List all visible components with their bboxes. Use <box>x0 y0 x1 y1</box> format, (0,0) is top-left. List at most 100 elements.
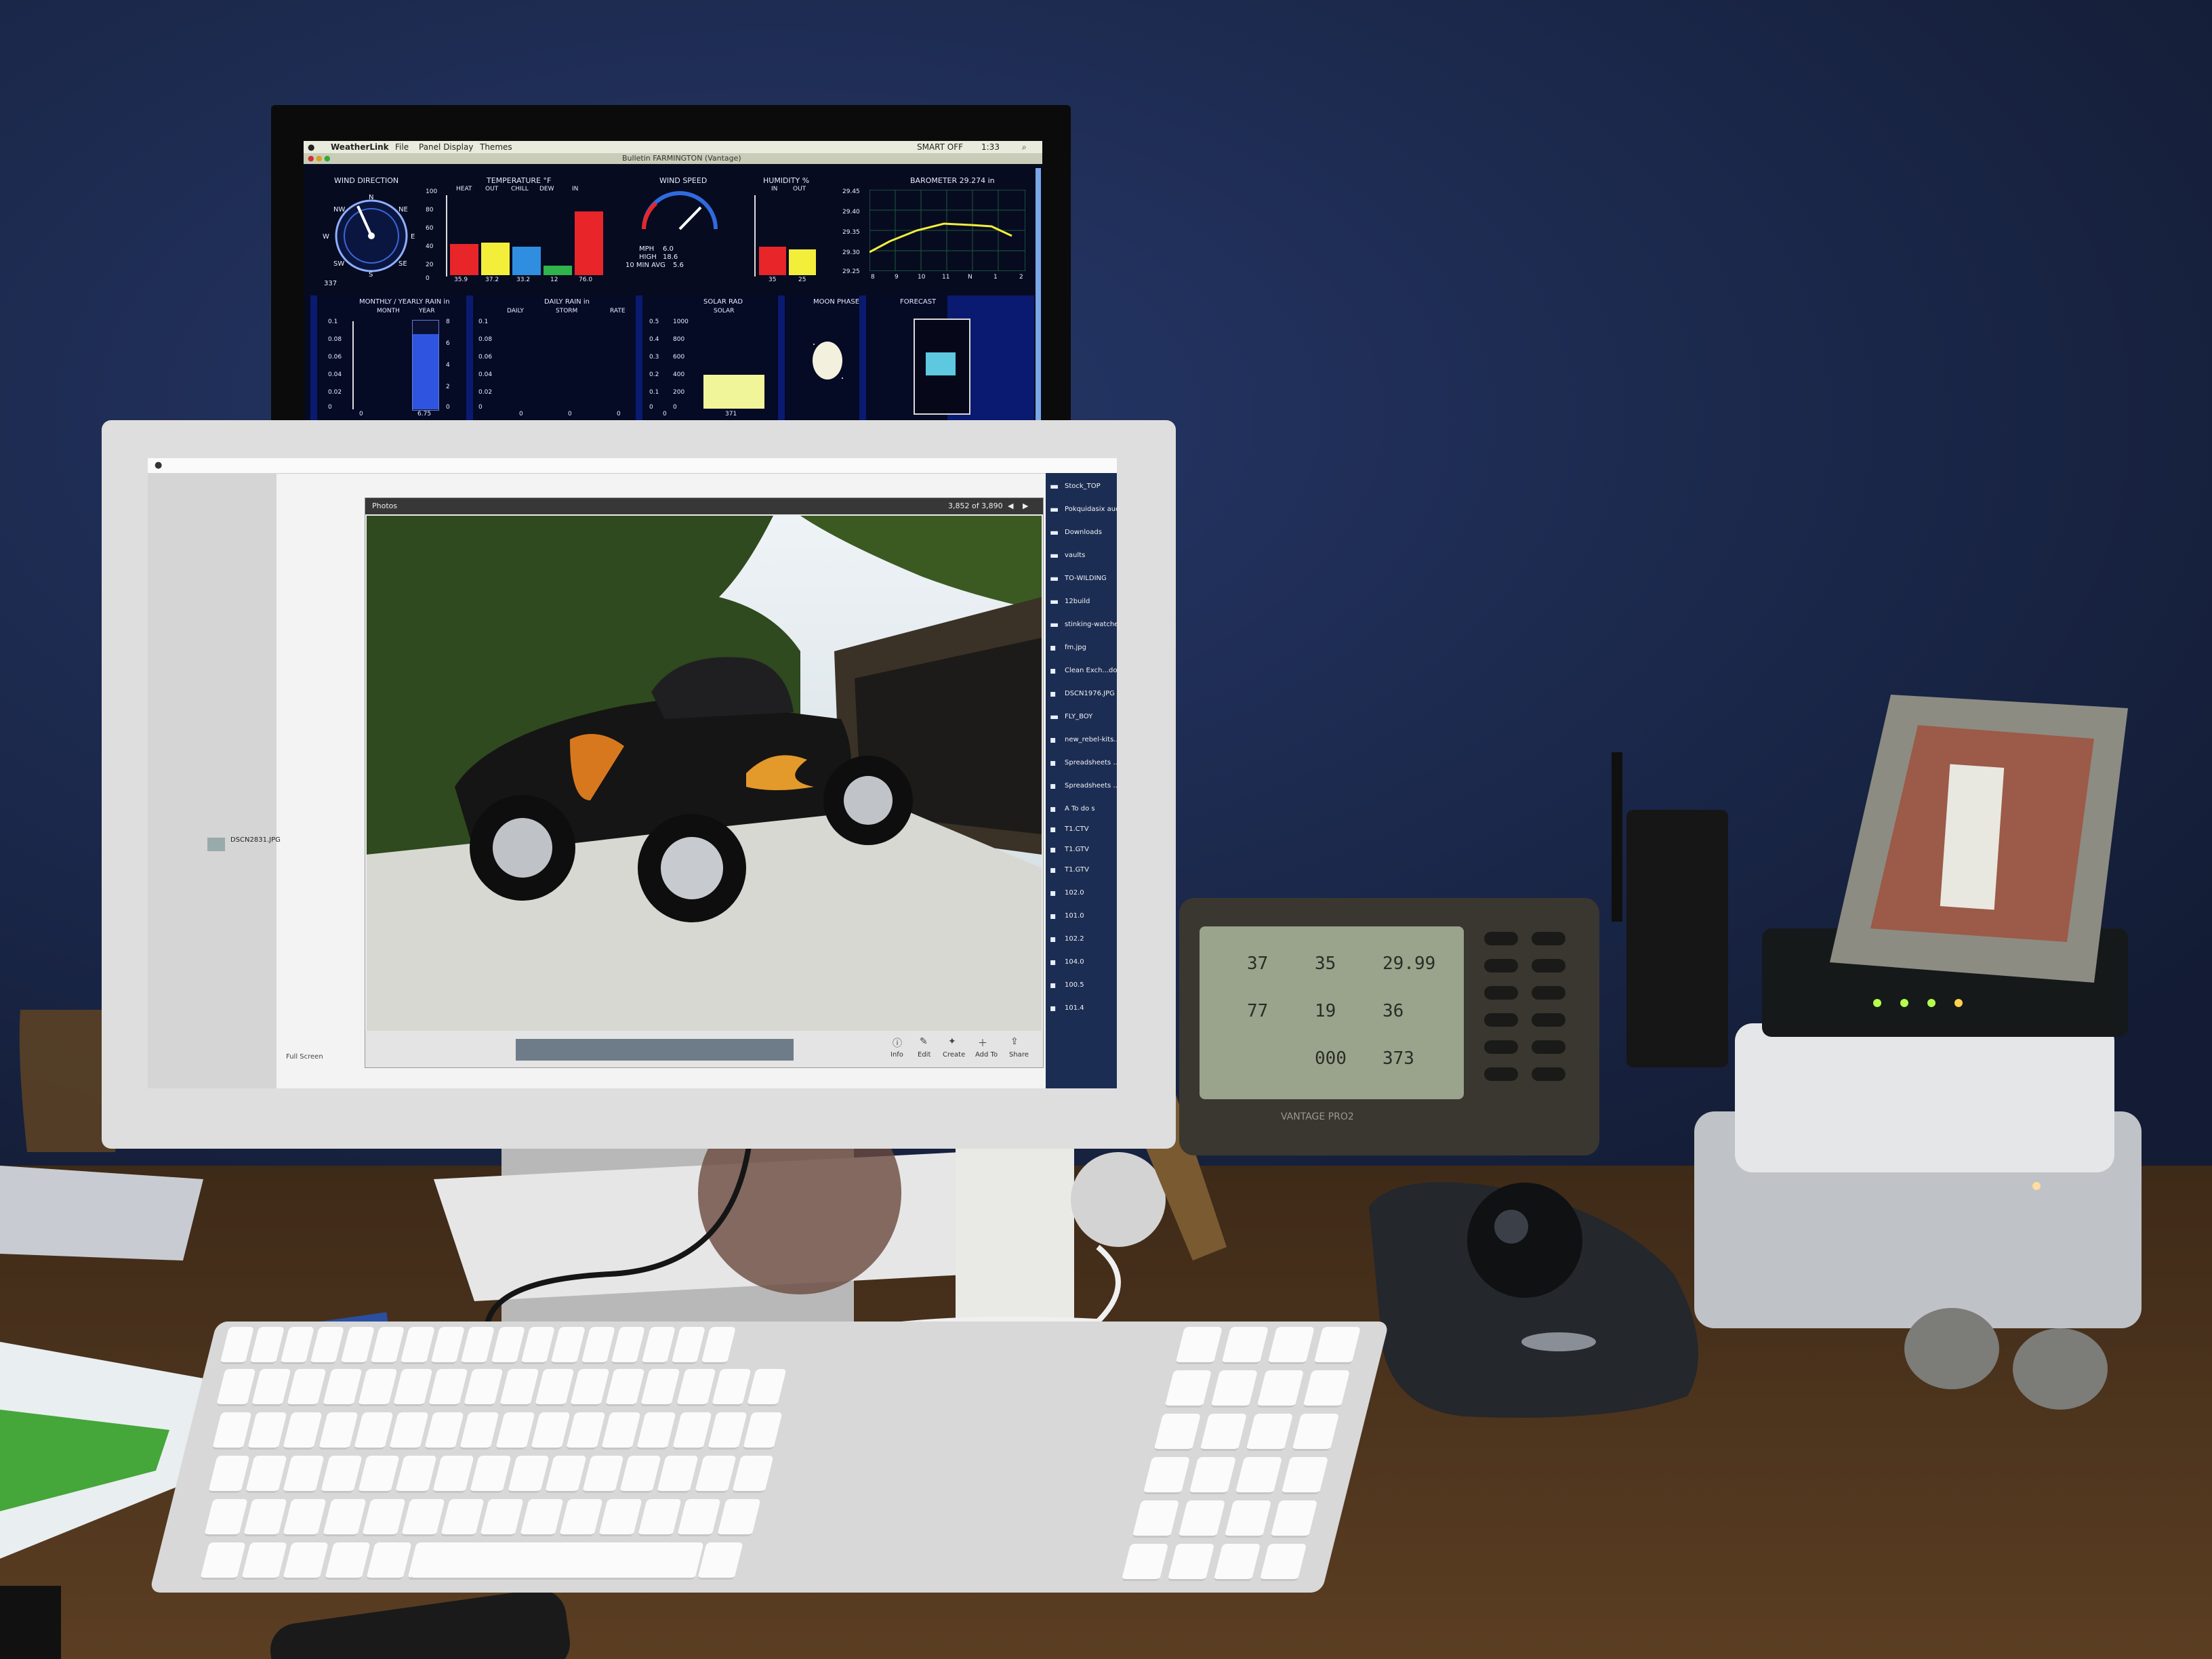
keypad-key[interactable] <box>1267 1327 1315 1364</box>
keyboard-key[interactable] <box>324 1542 371 1580</box>
keyboard-key[interactable] <box>243 1499 287 1536</box>
keyboard-key[interactable] <box>251 1369 291 1406</box>
console-button[interactable] <box>1532 959 1565 972</box>
keyboard-key[interactable] <box>742 1412 783 1450</box>
create-button[interactable]: Create <box>943 1051 965 1059</box>
keyboard-key[interactable] <box>716 1499 761 1536</box>
keypad-key[interactable] <box>1213 1544 1261 1581</box>
keypad-key[interactable] <box>1132 1500 1180 1538</box>
keyboard-key[interactable] <box>353 1412 394 1450</box>
keyboard-key[interactable] <box>480 1499 525 1536</box>
keyboard-key[interactable] <box>697 1542 744 1580</box>
keyboard-key[interactable] <box>200 1542 246 1580</box>
keyboard-key[interactable] <box>605 1369 645 1406</box>
info-icon[interactable]: ⓘ <box>893 1036 902 1050</box>
keyboard-key[interactable] <box>569 1369 610 1406</box>
keypad-key[interactable] <box>1121 1544 1169 1581</box>
console-button[interactable] <box>1484 959 1518 972</box>
keypad-key[interactable] <box>1246 1414 1294 1451</box>
keyboard-key[interactable] <box>731 1456 774 1493</box>
prev-photo-icon[interactable]: ◀ <box>1008 501 1013 510</box>
keyboard-key[interactable] <box>711 1369 752 1406</box>
keypad-key[interactable] <box>1259 1544 1307 1581</box>
keyboard-key[interactable] <box>401 1499 445 1536</box>
keypad-key[interactable] <box>1167 1544 1215 1581</box>
left-file-label[interactable]: DSCN2831.JPG <box>230 836 281 844</box>
keyboard-key[interactable] <box>340 1327 375 1364</box>
keypad-key[interactable] <box>1292 1414 1340 1451</box>
keyboard-key[interactable] <box>581 1327 615 1364</box>
keyboard-key[interactable] <box>357 1369 398 1406</box>
keypad-key[interactable] <box>1303 1370 1351 1408</box>
keyboard-key[interactable] <box>657 1456 699 1493</box>
keyboard-key[interactable] <box>216 1369 256 1406</box>
keyboard-key[interactable] <box>640 1327 676 1364</box>
keyboard-key[interactable] <box>565 1412 606 1450</box>
keypad-key[interactable] <box>1313 1327 1361 1364</box>
keyboard-key[interactable] <box>558 1499 603 1536</box>
keyboard-key[interactable] <box>394 1456 437 1493</box>
menu-app-name[interactable]: WeatherLink <box>331 142 389 152</box>
keyboard-key[interactable] <box>640 1369 680 1406</box>
share-icon[interactable]: ⇪ <box>1010 1036 1019 1047</box>
share-button[interactable]: Share <box>1009 1051 1029 1059</box>
menu-themes[interactable]: Themes <box>480 142 512 152</box>
console-button[interactable] <box>1484 986 1518 1000</box>
keyboard-key[interactable] <box>694 1456 737 1493</box>
filmstrip[interactable] <box>516 1039 794 1061</box>
keyboard-key[interactable] <box>241 1542 287 1580</box>
keyboard-key[interactable] <box>320 1456 363 1493</box>
keypad-key[interactable] <box>1143 1457 1191 1494</box>
keyboard-key[interactable] <box>581 1456 624 1493</box>
keyboard-key[interactable] <box>432 1456 474 1493</box>
keyboard-key[interactable] <box>490 1327 525 1364</box>
keyboard-key[interactable] <box>211 1412 252 1450</box>
keyboard-key[interactable] <box>601 1412 641 1450</box>
keypad-key[interactable] <box>1153 1414 1202 1451</box>
keyboard-key[interactable] <box>287 1369 327 1406</box>
keyboard-key[interactable] <box>441 1499 485 1536</box>
keyboard-key[interactable] <box>470 1456 512 1493</box>
keyboard-key[interactable] <box>220 1327 255 1364</box>
keyboard-key[interactable] <box>388 1412 429 1450</box>
minimize-window-icon[interactable]: ● <box>316 154 323 163</box>
keyboard-key[interactable] <box>550 1327 586 1364</box>
menu-panel-display[interactable]: Panel Display <box>419 142 473 152</box>
keyboard-key[interactable] <box>495 1412 535 1450</box>
keypad-key[interactable] <box>1221 1327 1269 1364</box>
info-button[interactable]: Info <box>890 1051 903 1059</box>
keypad-key[interactable] <box>1235 1457 1283 1494</box>
add-to-icon[interactable]: ＋ <box>978 1036 987 1050</box>
add-to-button[interactable]: Add To <box>975 1051 998 1059</box>
keyboard-key[interactable] <box>464 1369 504 1406</box>
keyboard-key[interactable] <box>430 1327 465 1364</box>
keypad-key[interactable] <box>1189 1457 1237 1494</box>
weatherlink-scrollbar[interactable] <box>1036 168 1041 420</box>
keyboard-key[interactable] <box>638 1499 682 1536</box>
keyboard-key[interactable] <box>671 1327 706 1364</box>
keyboard-key[interactable] <box>611 1327 646 1364</box>
console-button[interactable] <box>1484 932 1518 945</box>
keyboard-key[interactable] <box>247 1412 287 1450</box>
keyboard-key[interactable] <box>520 1327 556 1364</box>
keyboard-key[interactable] <box>460 1327 495 1364</box>
keypad-key[interactable] <box>1210 1370 1258 1408</box>
close-window-icon[interactable]: ● <box>308 154 314 163</box>
keyboard-key[interactable] <box>428 1369 468 1406</box>
edit-button[interactable]: Edit <box>918 1051 930 1059</box>
keyboard[interactable] <box>149 1322 1389 1593</box>
keyboard-key[interactable] <box>676 1369 716 1406</box>
keypad-key[interactable] <box>1270 1500 1318 1538</box>
keypad-key[interactable] <box>1256 1370 1305 1408</box>
keyboard-key[interactable] <box>598 1499 642 1536</box>
console-button[interactable] <box>1532 932 1565 945</box>
keyboard-key[interactable] <box>619 1456 661 1493</box>
keyboard-key[interactable] <box>280 1327 314 1364</box>
keyboard-key[interactable] <box>357 1456 400 1493</box>
apple-menu-icon[interactable]: ● <box>308 142 314 152</box>
keyboard-key[interactable] <box>701 1327 736 1364</box>
keyboard-key[interactable] <box>534 1369 575 1406</box>
keyboard-key[interactable] <box>322 1369 363 1406</box>
console-button[interactable] <box>1484 1040 1518 1054</box>
mouse[interactable] <box>1071 1152 1166 1247</box>
